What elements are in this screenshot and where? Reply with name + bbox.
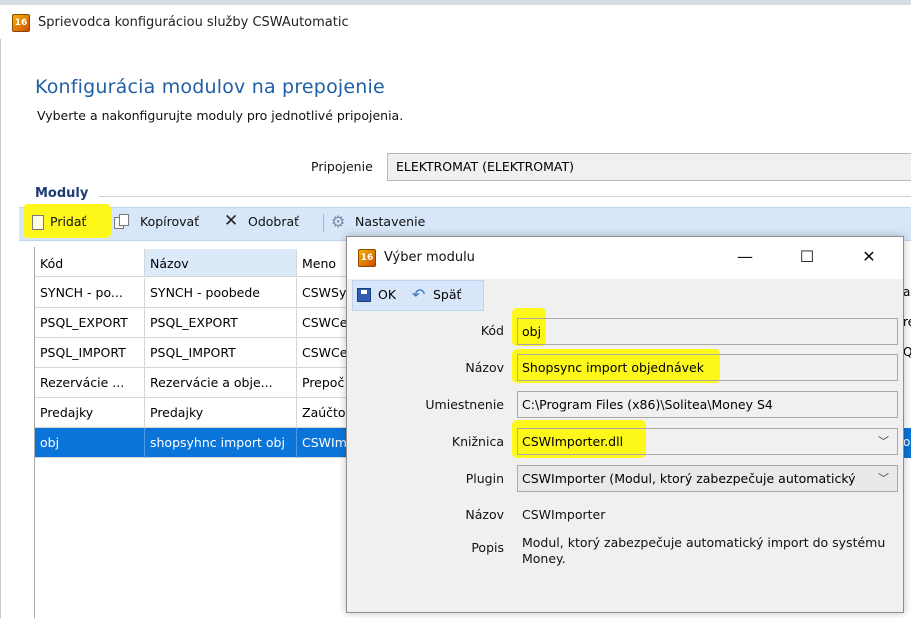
nazov-label: Názov — [465, 360, 504, 375]
cell-nazov: Rezervácie a obje... — [145, 368, 297, 398]
kniznica-select[interactable]: CSWImporter.dll ﹀ — [517, 428, 898, 455]
grid-fragment: o — [903, 435, 911, 449]
gear-icon: ⚙ — [331, 212, 346, 231]
page-title: Konfigurácia modulov na prepojenie — [35, 76, 385, 98]
cell-kod: PSQL_EXPORT — [35, 308, 145, 338]
settings-button-label: Nastavenie — [355, 214, 426, 229]
toolbar-separator — [323, 214, 324, 232]
cell-nazov: Predajky — [145, 398, 297, 428]
grid-fragment: re — [903, 315, 911, 329]
cell-kod: SYNCH - po... — [35, 278, 145, 308]
back-button[interactable]: Späť — [433, 287, 461, 302]
grid-fragment: a — [903, 285, 911, 299]
app-icon: 16 — [12, 14, 30, 32]
chevron-down-icon[interactable]: ﹀ — [878, 470, 889, 486]
close-button[interactable]: ✕ — [857, 246, 881, 268]
window-title: Sprievodca konfiguráciou služby CSWAutom… — [38, 15, 349, 30]
chevron-down-icon[interactable]: ﹀ — [878, 433, 889, 449]
app-icon: 16 — [358, 249, 376, 267]
pripojenie-select[interactable]: ELEKTROMAT (ELEKTROMAT) — [387, 153, 911, 181]
cell-nazov: shopsyhnc import obj — [145, 428, 297, 458]
new-page-icon — [32, 215, 44, 230]
dialog-title: Výber modulu — [384, 250, 475, 265]
maximize-button[interactable]: ☐ — [795, 246, 819, 268]
popis-label: Popis — [471, 540, 504, 555]
cell-kod: PSQL_IMPORT — [35, 338, 145, 368]
page-subtitle: Vyberte a nakonfigurujte moduly pro jedn… — [37, 108, 404, 123]
plugin-label: Plugin — [465, 471, 504, 486]
cell-kod: obj — [35, 428, 145, 458]
cell-nazov: PSQL_EXPORT — [145, 308, 297, 338]
minimize-button[interactable]: — — [733, 246, 757, 268]
column-header-kod[interactable]: Kód — [35, 249, 145, 277]
kniznica-label: Knižnica — [451, 434, 504, 449]
copy-button-label: Kopírovať — [140, 214, 200, 229]
cell-nazov: SYNCH - poobede — [145, 278, 297, 308]
add-button-label: Pridať — [50, 214, 87, 229]
group-divider — [99, 196, 911, 197]
grid-fragment: Q — [903, 345, 911, 359]
close-x-icon: ✕ — [224, 211, 239, 231]
kniznica-value: CSWImporter.dll — [522, 434, 624, 449]
cell-kod: Predajky — [35, 398, 145, 428]
copy-icon-back — [119, 214, 129, 226]
nazov-field[interactable]: Shopsync import objednávek — [517, 354, 898, 381]
pripojenie-label: Pripojenie — [311, 159, 373, 174]
column-header-nazov[interactable]: Názov — [145, 249, 297, 277]
umiestnenie-field[interactable]: C:\Program Files (x86)\Solitea\Money S4 — [517, 391, 898, 418]
kod-field[interactable]: obj — [517, 318, 898, 345]
cell-nazov: PSQL_IMPORT — [145, 338, 297, 368]
undo-icon: ↶ — [412, 285, 426, 304]
kod-label: Kód — [480, 323, 504, 338]
save-icon — [357, 288, 371, 302]
plugin-nazov-label: Názov — [465, 507, 504, 522]
plugin-nazov-value: CSWImporter — [522, 507, 606, 522]
plugin-select[interactable]: CSWImporter (Modul, ktorý zabezpečuje au… — [517, 465, 898, 492]
umiestnenie-label: Umiestnenie — [425, 397, 504, 412]
ok-button[interactable]: OK — [378, 287, 396, 302]
popis-value: Modul, ktorý zabezpečuje automatický imp… — [522, 535, 886, 566]
moduly-group-title: Moduly — [35, 186, 89, 201]
cell-kod: Rezervácie ... — [35, 368, 145, 398]
remove-button-label: Odobrať — [248, 214, 300, 229]
plugin-value: CSWImporter (Modul, ktorý zabezpečuje au… — [522, 471, 856, 486]
